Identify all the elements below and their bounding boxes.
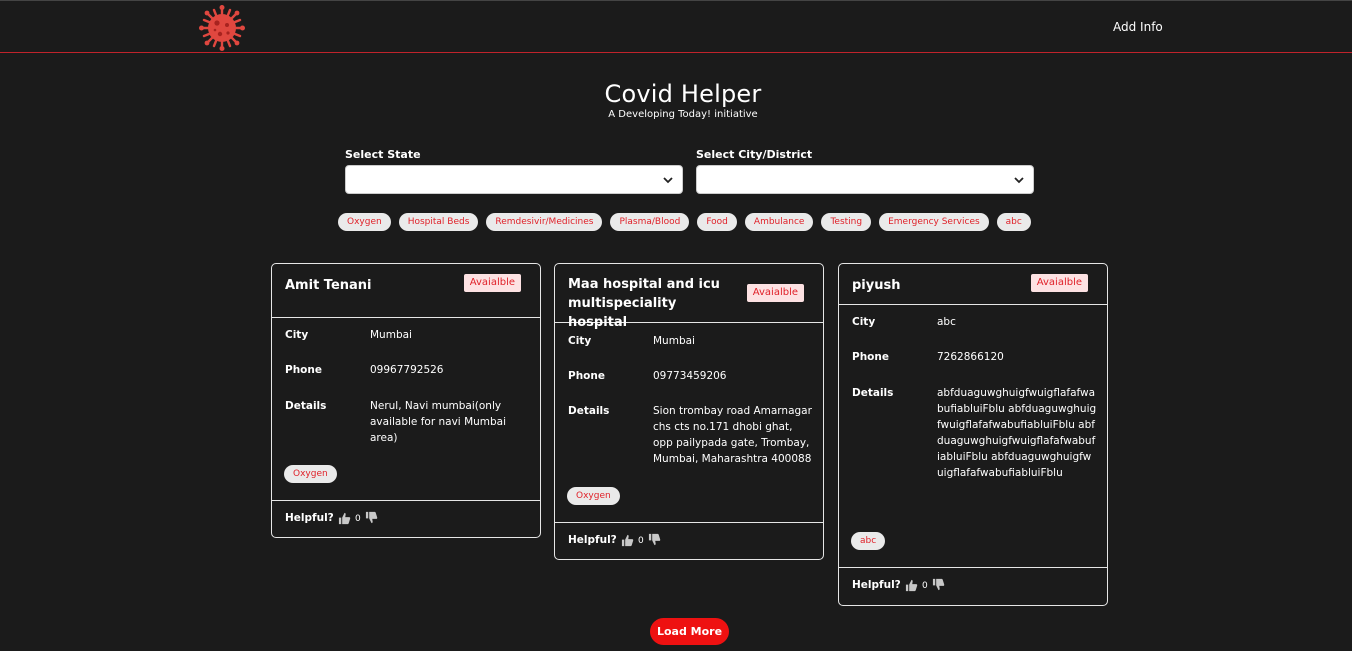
thumbs-down-icon[interactable]: [365, 511, 378, 524]
resource-card: piyush Avaialble City abc Phone 72628661…: [838, 263, 1108, 606]
phone-label: Phone: [568, 370, 605, 382]
category-tag-emergency-services[interactable]: Emergency Services: [879, 213, 989, 231]
helpful-count: 0: [355, 514, 361, 524]
resource-tag: abc: [851, 532, 886, 550]
city-select-label: Select City/District: [696, 148, 813, 161]
phone-value: 7262866120: [937, 351, 1004, 363]
state-select-label: Select State: [345, 148, 421, 161]
city-label: City: [568, 335, 592, 347]
city-value: Mumbai: [370, 329, 412, 341]
category-tag-ambulance[interactable]: Ambulance: [744, 213, 814, 231]
helpful-label: Helpful?: [285, 512, 334, 524]
category-tag-oxygen[interactable]: Oxygen: [338, 213, 391, 231]
details-label: Details: [568, 405, 610, 417]
city-select[interactable]: [696, 165, 1034, 194]
card-title: Maa hospital and icu multispeciality hos…: [568, 277, 720, 330]
status-badge: Avaialble: [1030, 274, 1088, 292]
page-title: Covid Helper: [604, 80, 762, 108]
phone-value: 09967792526: [370, 364, 444, 376]
category-filter-list: Oxygen Hospital Beds Remdesivir/Medicine…: [338, 213, 1031, 231]
helpful-count: 0: [922, 581, 928, 591]
phone-value: 09773459206: [653, 370, 727, 382]
card-footer: Helpful? 0: [555, 522, 823, 559]
load-more-button[interactable]: Load More: [650, 618, 729, 645]
state-select[interactable]: [345, 165, 683, 194]
details-value: Sion trombay road Amarnagar chs cts no.1…: [653, 405, 812, 465]
details-label: Details: [852, 387, 894, 399]
resource-card: Maa hospital and icu multispeciality hos…: [554, 263, 824, 560]
add-info-link[interactable]: Add Info: [1113, 20, 1163, 34]
thumbs-down-icon[interactable]: [648, 533, 661, 546]
resource-card: Amit Tenani Avaialble City Mumbai Phone …: [271, 263, 541, 538]
card-footer: Helpful? 0: [272, 500, 540, 537]
category-tag-hospital-beds[interactable]: Hospital Beds: [398, 213, 479, 231]
category-tag-plasma-blood[interactable]: Plasma/Blood: [610, 213, 690, 231]
city-label: City: [852, 316, 876, 328]
card-header: Maa hospital and icu multispeciality hos…: [555, 264, 823, 330]
details-label: Details: [285, 400, 327, 412]
city-label: City: [285, 329, 309, 341]
helpful-label: Helpful?: [568, 534, 617, 546]
category-tag-testing[interactable]: Testing: [821, 213, 872, 231]
thumbs-up-icon[interactable]: [621, 534, 634, 547]
status-badge: Avaialble: [463, 274, 521, 292]
status-badge: Avaialble: [746, 284, 804, 302]
card-header: piyush Avaialble: [839, 264, 1107, 305]
city-value: Mumbai: [653, 335, 695, 347]
card-title: Amit Tenani: [285, 278, 372, 293]
city-value: abc: [937, 316, 956, 328]
category-tag-medicines[interactable]: Remdesivir/Medicines: [486, 213, 603, 231]
phone-label: Phone: [852, 351, 889, 363]
category-tag-food[interactable]: Food: [697, 213, 737, 231]
virus-icon[interactable]: [198, 4, 246, 52]
category-tag-abc[interactable]: abc: [996, 213, 1031, 231]
navbar: Add Info: [0, 0, 1352, 53]
phone-label: Phone: [285, 364, 322, 376]
thumbs-down-icon[interactable]: [932, 578, 945, 591]
chevron-down-icon: [1014, 177, 1024, 184]
thumbs-up-icon[interactable]: [338, 512, 351, 525]
page-subtitle: A Developing Today! initiative: [608, 109, 758, 120]
card-header: Amit Tenani Avaialble: [272, 264, 540, 318]
resource-tag: Oxygen: [567, 487, 620, 505]
helpful-label: Helpful?: [852, 579, 901, 591]
card-title: piyush: [852, 278, 901, 293]
details-value: Nerul, Navi mumbai(only available for na…: [370, 400, 507, 444]
helpful-count: 0: [638, 536, 644, 546]
card-footer: Helpful? 0: [839, 567, 1107, 605]
chevron-down-icon: [663, 177, 673, 184]
resource-tag: Oxygen: [284, 465, 337, 483]
details-value: abfduaguwghuigfwuigflafafwabufiabluiFblu…: [937, 387, 1097, 479]
thumbs-up-icon[interactable]: [905, 579, 918, 592]
